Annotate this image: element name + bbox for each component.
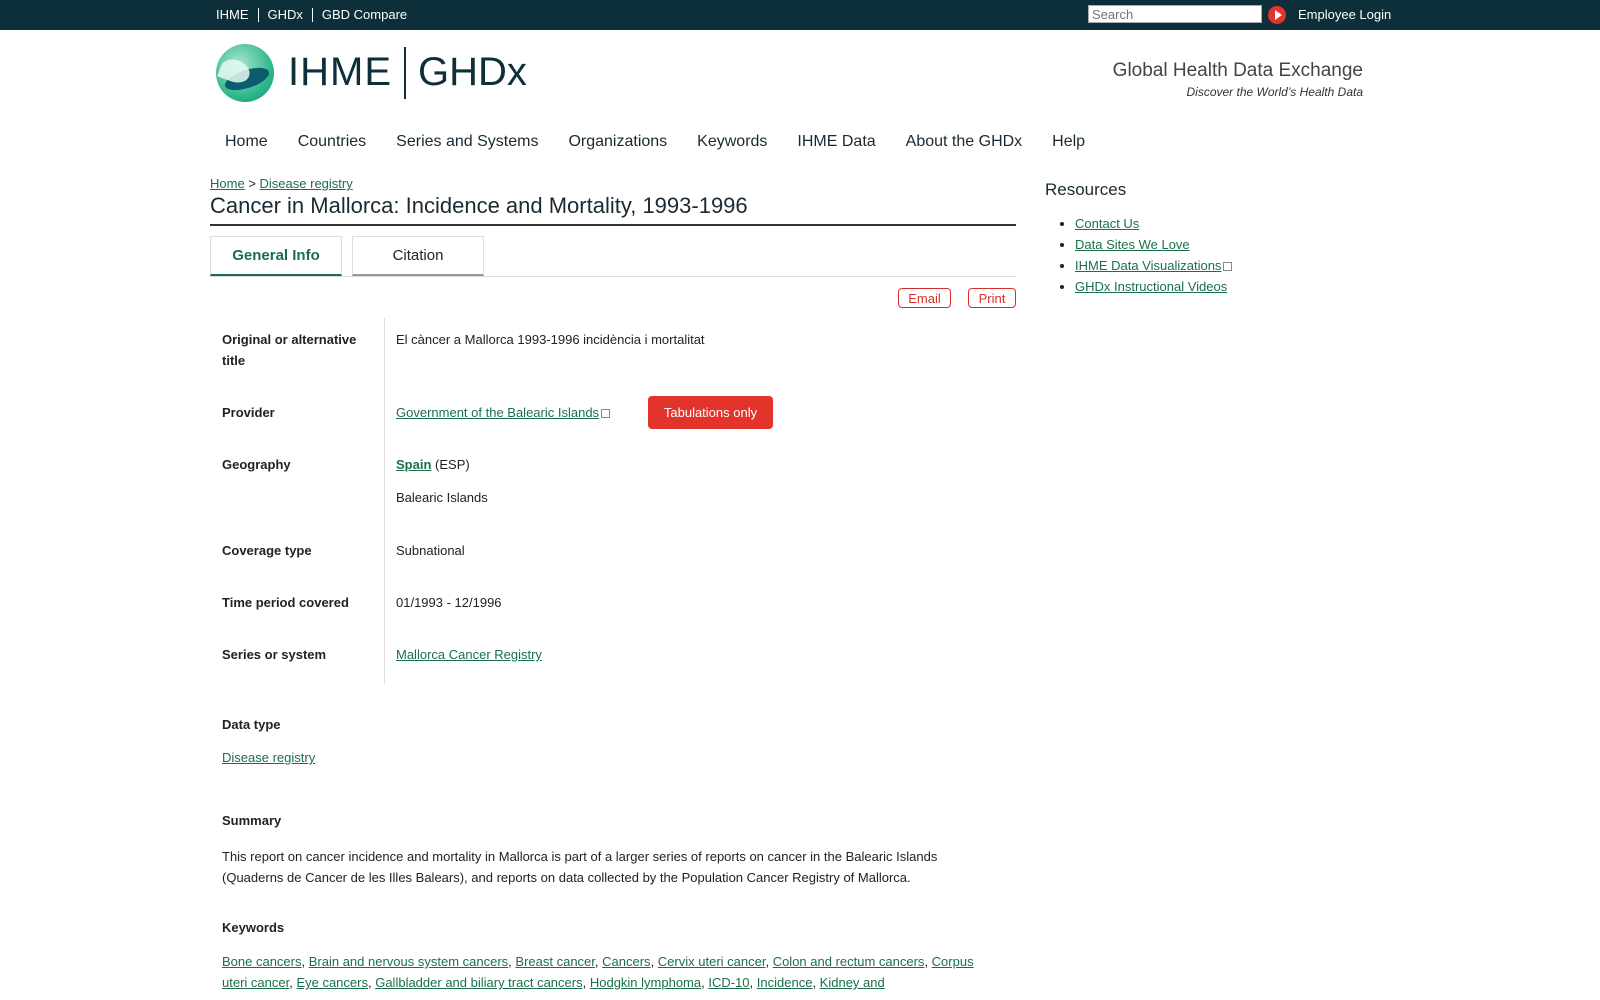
nav-item-organizations[interactable]: Organizations — [568, 133, 667, 151]
email-button[interactable]: Email — [898, 288, 951, 308]
page-title: Cancer in Mallorca: Incidence and Mortal… — [210, 193, 748, 218]
summary-text: This report on cancer incidence and mort… — [222, 849, 938, 885]
data-type-label: Data type — [222, 717, 281, 732]
nav-item-about[interactable]: About the GHDx — [906, 133, 1023, 151]
nav-item-ihme-data[interactable]: IHME Data — [797, 133, 875, 151]
resource-link-contact[interactable]: Contact Us — [1075, 216, 1139, 231]
series-label: Series or system — [222, 647, 327, 662]
logo-ghdx-text[interactable]: GHDx — [418, 50, 527, 95]
external-link-icon — [601, 409, 611, 418]
coverage-type-value: Subnational — [396, 543, 465, 558]
keyword-link[interactable]: Breast cancer — [515, 954, 595, 969]
resources-title: Resources — [1045, 180, 1127, 199]
data-type-link[interactable]: Disease registry — [222, 750, 315, 765]
time-period-label: Time period covered — [222, 595, 349, 610]
country-link-spain[interactable]: Spain — [396, 457, 431, 472]
nav-item-series[interactable]: Series and Systems — [396, 133, 538, 151]
data-type-value: Disease registry — [222, 750, 315, 765]
info-column-divider — [384, 318, 385, 684]
resource-item: Contact Us — [1075, 213, 1232, 234]
geography-label: Geography — [222, 457, 291, 472]
nav-item-keywords[interactable]: Keywords — [697, 133, 767, 151]
keyword-link[interactable]: ICD-10 — [708, 975, 749, 990]
tab-citation[interactable]: Citation — [352, 236, 484, 276]
top-link-ghdx[interactable]: GHDx — [268, 7, 303, 22]
resources-list: Contact Us Data Sites We Love IHME Data … — [1045, 213, 1233, 297]
tabulations-only-badge[interactable]: Tabulations only — [648, 396, 773, 429]
nav-item-help[interactable]: Help — [1052, 133, 1085, 151]
keyword-link[interactable]: Incidence — [757, 975, 813, 990]
external-link-icon — [1223, 262, 1233, 271]
keyword-link[interactable]: Cervix uteri cancer — [658, 954, 766, 969]
print-button[interactable]: Print — [968, 288, 1016, 308]
coverage-type-label: Coverage type — [222, 543, 312, 558]
breadcrumb-current[interactable]: Disease registry — [260, 176, 353, 191]
tab-general-info[interactable]: General Info — [210, 236, 342, 276]
resource-link-data-sites[interactable]: Data Sites We Love — [1075, 237, 1190, 252]
top-links: IHME GHDx GBD Compare — [216, 7, 407, 22]
keyword-link[interactable]: Cancers — [602, 954, 650, 969]
keyword-link[interactable]: Eye cancers — [296, 975, 368, 990]
keyword-link[interactable]: Gallbladder and biliary tract cancers — [375, 975, 582, 990]
geography-country: Spain (ESP) — [396, 454, 470, 475]
ihme-logo-icon[interactable] — [216, 44, 274, 102]
time-period-value: 01/1993 - 12/1996 — [396, 595, 502, 610]
search-input[interactable] — [1088, 5, 1262, 23]
country-code: (ESP) — [435, 457, 470, 472]
keyword-link[interactable]: Hodgkin lymphoma — [590, 975, 701, 990]
breadcrumb-separator: > — [248, 176, 256, 191]
geography-region: Balearic Islands — [396, 490, 488, 505]
provider-link[interactable]: Government of the Balearic Islands — [396, 405, 599, 420]
nav-item-countries[interactable]: Countries — [298, 133, 366, 151]
site-tagline: Global Health Data Exchange — [1112, 60, 1363, 81]
series-value: Mallorca Cancer Registry — [396, 644, 542, 665]
alt-title-label: Original or alternative title — [222, 332, 357, 368]
nav-item-home[interactable]: Home — [225, 133, 268, 151]
search-submit-icon[interactable] — [1268, 6, 1286, 24]
site-subtagline: Discover the World’s Health Data — [1186, 85, 1363, 99]
provider-value: Government of the Balearic Islands — [396, 402, 611, 423]
logo-ihme-text[interactable]: IHME — [288, 50, 392, 95]
breadcrumb-home[interactable]: Home — [210, 176, 245, 191]
top-link-ihme[interactable]: IHME — [216, 7, 249, 22]
breadcrumb: Home > Disease registry — [210, 176, 353, 191]
keyword-link[interactable]: Kidney and — [820, 975, 885, 990]
keywords-label: Keywords — [222, 920, 285, 935]
main-nav: Home Countries Series and Systems Organi… — [225, 133, 1115, 151]
top-link-divider — [257, 7, 259, 22]
logo-divider — [404, 47, 406, 99]
alt-title-value: El càncer a Mallorca 1993-1996 incidènci… — [396, 332, 705, 347]
top-link-divider — [311, 7, 313, 22]
provider-label: Provider — [222, 405, 275, 420]
resource-link-visualizations[interactable]: IHME Data Visualizations — [1075, 258, 1221, 273]
summary-label: Summary — [222, 813, 282, 828]
resource-link-videos[interactable]: GHDx Instructional Videos — [1075, 279, 1227, 294]
tab-divider — [210, 276, 1016, 277]
employee-login-link[interactable]: Employee Login — [1298, 7, 1391, 22]
resource-item: IHME Data Visualizations — [1075, 255, 1233, 276]
title-divider — [210, 224, 1016, 226]
top-link-gbd-compare[interactable]: GBD Compare — [322, 7, 407, 22]
top-bar: IHME GHDx GBD Compare Employee Login — [0, 0, 1600, 30]
keywords-list: Bone cancers, Brain and nervous system c… — [222, 954, 974, 990]
resource-item: GHDx Instructional Videos — [1075, 276, 1232, 297]
resource-item: Data Sites We Love — [1075, 234, 1232, 255]
keyword-link[interactable]: Brain and nervous system cancers — [309, 954, 508, 969]
series-link[interactable]: Mallorca Cancer Registry — [396, 647, 542, 662]
keyword-link[interactable]: Bone cancers — [222, 954, 302, 969]
keyword-link[interactable]: Colon and rectum cancers — [773, 954, 925, 969]
